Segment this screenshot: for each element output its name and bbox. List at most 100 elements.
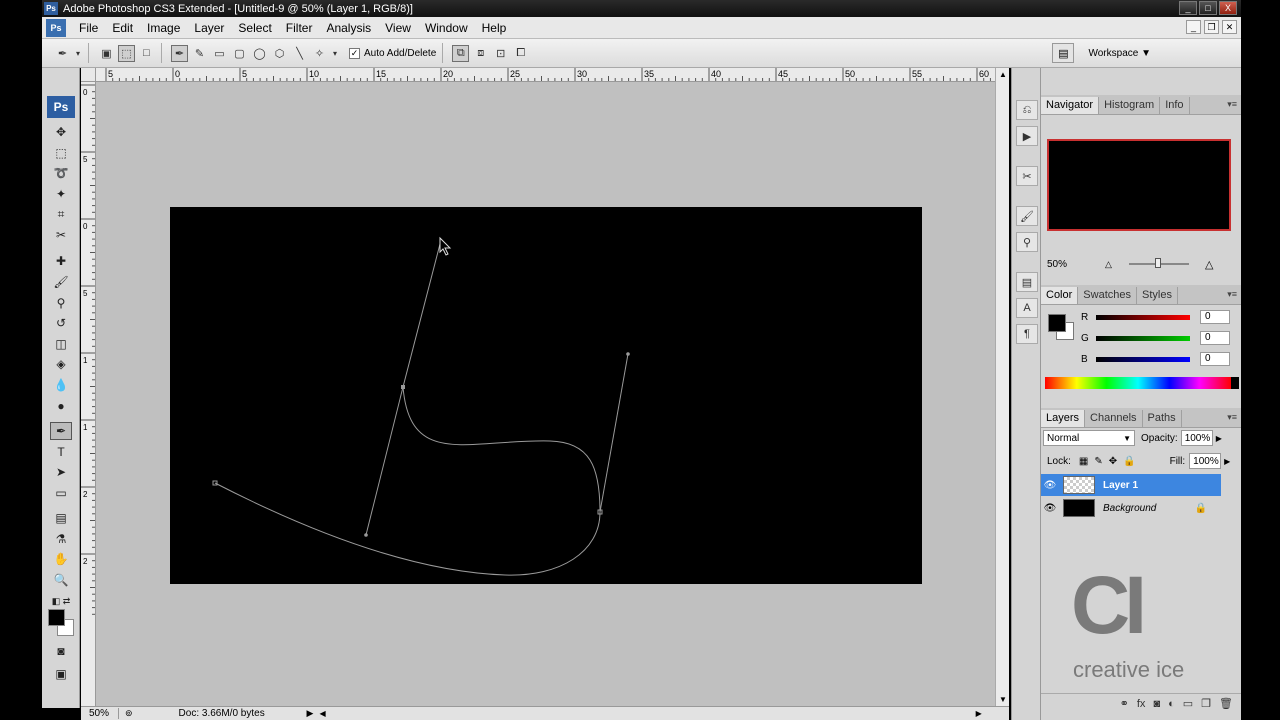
visibility-eye-icon[interactable]: 👁 xyxy=(1041,503,1059,514)
quick-mask-icon[interactable]: ◙ xyxy=(50,642,72,660)
scroll-down-arrow[interactable]: ▼ xyxy=(999,695,1007,704)
scroll-up-arrow[interactable]: ▲ xyxy=(999,70,1007,79)
healing-brush-tool-icon[interactable]: ✚ xyxy=(50,252,72,270)
green-slider-track[interactable] xyxy=(1096,335,1190,341)
panel-menu-icon[interactable]: ▾≡ xyxy=(1227,289,1237,300)
rectangle-icon[interactable]: ▭ xyxy=(211,45,228,62)
tab-navigator[interactable]: Navigator xyxy=(1041,97,1100,114)
close-button[interactable]: X xyxy=(1219,1,1237,15)
panel-menu-icon[interactable]: ▾≡ xyxy=(1227,412,1237,423)
vertical-ruler[interactable]: 0 5 0 5 1 1 2 2 xyxy=(81,82,96,706)
marquee-tool-icon[interactable]: ⬚ xyxy=(50,144,72,162)
layer-mask-icon[interactable]: ◙ xyxy=(1153,698,1160,710)
zoom-tool-icon[interactable]: 🔍 xyxy=(50,571,72,589)
lasso-tool-icon[interactable]: ➰ xyxy=(50,164,72,182)
menu-view[interactable]: View xyxy=(378,21,418,35)
new-layer-icon[interactable]: ❐ xyxy=(1201,697,1211,710)
menu-select[interactable]: Select xyxy=(231,21,278,35)
visibility-eye-icon[interactable]: 👁 xyxy=(1041,480,1059,491)
doc-restore-button[interactable]: ❐ xyxy=(1204,20,1219,34)
opacity-arrow-icon[interactable]: ▶ xyxy=(1216,434,1222,443)
new-group-icon[interactable]: ▭ xyxy=(1183,697,1193,710)
red-slider-track[interactable] xyxy=(1096,314,1190,320)
paths-icon[interactable]: ⬚ xyxy=(118,44,135,62)
polygon-icon[interactable]: ⬡ xyxy=(271,45,288,62)
tab-styles[interactable]: Styles xyxy=(1137,287,1178,304)
brush-tool-icon[interactable]: 🖌 xyxy=(50,273,72,291)
pen-icon[interactable]: ✒ xyxy=(171,44,188,62)
fill-arrow-icon[interactable]: ▶ xyxy=(1224,457,1230,466)
link-layers-icon[interactable]: ⚭ xyxy=(1120,697,1129,710)
blue-slider-track[interactable] xyxy=(1096,356,1190,362)
default-colors-icon[interactable]: ◧ ⇄ xyxy=(50,592,72,610)
screen-mode-icon[interactable]: ▣ xyxy=(50,665,72,683)
menu-layer[interactable]: Layer xyxy=(187,21,231,35)
paragraph-panel-icon[interactable]: ¶ xyxy=(1016,324,1038,344)
subtract-from-path-icon[interactable]: ⧈ xyxy=(472,45,489,62)
color-ramp-black[interactable] xyxy=(1231,377,1239,389)
trash-icon[interactable]: 🗑 xyxy=(1219,697,1233,710)
fill-input[interactable]: 100% xyxy=(1189,453,1222,469)
freeform-pen-icon[interactable]: ✎ xyxy=(191,45,208,62)
tab-swatches[interactable]: Swatches xyxy=(1078,287,1137,304)
move-tool-icon[interactable]: ✥ xyxy=(50,123,72,141)
ruler-origin[interactable] xyxy=(81,68,96,82)
zoom-slider-handle[interactable] xyxy=(1155,258,1161,268)
document-window[interactable] xyxy=(96,82,995,706)
toolbox-ps-logo[interactable]: Ps xyxy=(47,96,75,118)
tool-presets-icon[interactable]: ✂ xyxy=(1016,166,1038,186)
actions-panel-icon[interactable]: ▶ xyxy=(1016,126,1038,146)
line-icon[interactable]: ╲ xyxy=(291,45,308,62)
crop-tool-icon[interactable]: ⌗ xyxy=(50,205,72,223)
horizontal-ruler[interactable]: 5 0 5 10 15 20 25 30 35 40 45 50 55 60 xyxy=(96,68,995,82)
paint-bucket-tool-icon[interactable]: ◈ xyxy=(50,355,72,373)
hscroll-right-arrow[interactable]: ▶ xyxy=(976,709,982,718)
dodge-tool-icon[interactable]: ● xyxy=(50,397,72,415)
workspace-label[interactable]: Workspace ▼ xyxy=(1088,48,1151,59)
intersect-path-icon[interactable]: ⊡ xyxy=(492,45,509,62)
pen-tool-icon[interactable]: ✒ xyxy=(50,422,72,440)
auto-add-delete-checkbox[interactable]: ✓ Auto Add/Delete xyxy=(349,47,436,59)
magic-wand-tool-icon[interactable]: ✦ xyxy=(50,185,72,203)
menu-edit[interactable]: Edit xyxy=(105,21,140,35)
doc-minimize-button[interactable]: _ xyxy=(1186,20,1201,34)
palette-well-icon[interactable]: ▤ xyxy=(1052,43,1075,63)
path-selection-tool-icon[interactable]: ➤ xyxy=(50,463,72,481)
canvas[interactable] xyxy=(170,207,922,584)
tab-histogram[interactable]: Histogram xyxy=(1099,97,1161,114)
hand-tool-icon[interactable]: ✋ xyxy=(50,550,72,568)
status-icon[interactable]: ⊚ xyxy=(125,708,133,719)
blend-mode-select[interactable]: Normal ▼ xyxy=(1043,430,1135,446)
tab-channels[interactable]: Channels xyxy=(1085,410,1143,427)
eyedropper-tool-icon[interactable]: ⚗ xyxy=(50,530,72,548)
menu-window[interactable]: Window xyxy=(418,21,475,35)
status-menu-arrow-icon[interactable]: ▶ xyxy=(307,708,314,719)
slice-tool-icon[interactable]: ✂ xyxy=(50,226,72,244)
navigator-zoom-value[interactable]: 50% xyxy=(1047,259,1067,270)
character-panel-icon[interactable]: A xyxy=(1016,298,1038,318)
lock-image-icon[interactable]: ✎ xyxy=(1094,456,1102,467)
zoom-in-icon[interactable]: △ xyxy=(1205,258,1213,271)
notes-tool-icon[interactable]: ▤ xyxy=(50,509,72,527)
adjustment-layer-icon[interactable]: ◐ xyxy=(1168,698,1175,710)
menu-filter[interactable]: Filter xyxy=(279,21,320,35)
layer-style-icon[interactable]: fx xyxy=(1137,698,1146,710)
blue-value-input[interactable]: 0 xyxy=(1200,352,1230,366)
menu-help[interactable]: Help xyxy=(475,21,514,35)
blur-tool-icon[interactable]: 💧 xyxy=(50,376,72,394)
clone-stamp-tool-icon[interactable]: ⚲ xyxy=(50,294,72,312)
ellipse-icon[interactable]: ◯ xyxy=(251,45,268,62)
exclude-path-icon[interactable]: ⧠ xyxy=(512,45,529,62)
navigator-thumbnail[interactable] xyxy=(1047,139,1231,231)
color-foreground-swatch[interactable] xyxy=(1048,314,1066,332)
doc-close-button[interactable]: ✕ xyxy=(1222,20,1237,34)
history-panel-icon[interactable]: ⎌ xyxy=(1016,100,1038,120)
lock-transparent-icon[interactable]: ▦ xyxy=(1079,456,1088,467)
green-value-input[interactable]: 0 xyxy=(1200,331,1230,345)
opacity-input[interactable]: 100% xyxy=(1180,430,1213,446)
menu-image[interactable]: Image xyxy=(140,21,187,35)
color-ramp[interactable] xyxy=(1045,377,1231,389)
layer-row-background[interactable]: 👁 Background 🔒 xyxy=(1041,497,1221,519)
layer-row-layer-1[interactable]: 👁 Layer 1 xyxy=(1041,474,1221,496)
tab-color[interactable]: Color xyxy=(1041,287,1079,304)
